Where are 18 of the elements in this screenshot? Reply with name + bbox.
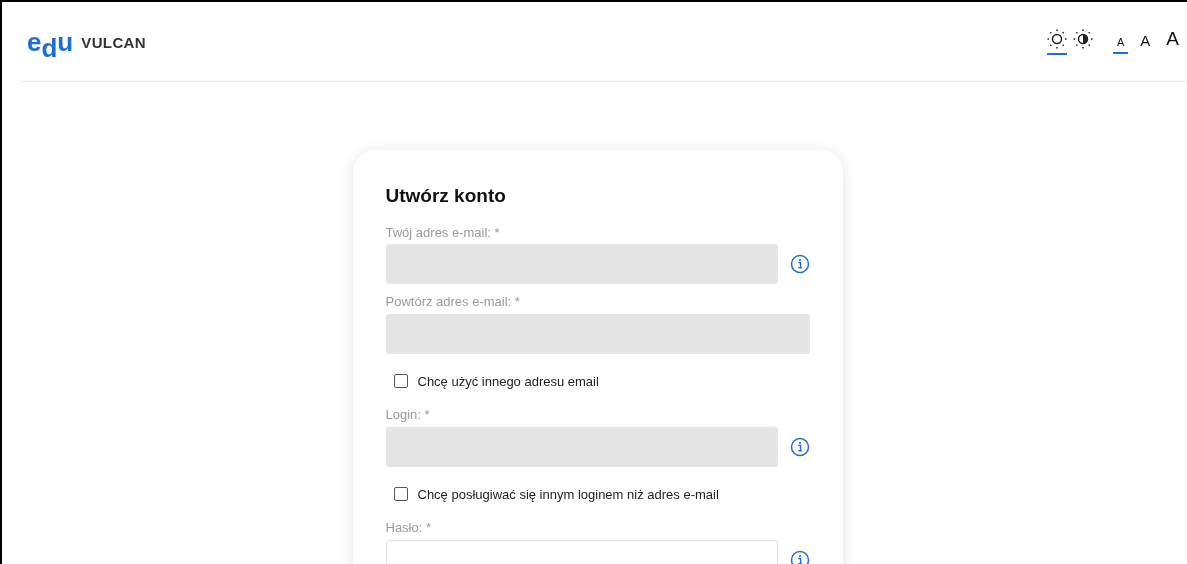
logo-mark: edu [27,28,74,55]
form-title: Utwórz konto [385,184,507,208]
font-size-button[interactable]: A [1162,29,1183,54]
info-icon[interactable] [789,549,810,564]
checkbox[interactable] [393,487,408,502]
field-label: Hasło: * [385,519,433,537]
theme-toggle[interactable] [1046,28,1067,55]
logo-text: VULCAN [81,33,146,53]
field-label: Powtórz adres e-mail: * [385,293,521,311]
checkbox-label: Chcę użyć innego adresu email [417,372,599,391]
font-size-button[interactable]: A [1136,33,1155,54]
sun-icon [1046,28,1067,49]
font-size-button[interactable]: A [1112,37,1129,54]
contrast-icon [1072,28,1093,49]
checkbox[interactable] [393,374,408,389]
checkbox-label: Chcę posługiwać się innym loginem niż adres e-mail [417,485,719,504]
field-label: Login: * [385,406,431,424]
field-label: Twój adres e-mail: * [385,223,501,242]
